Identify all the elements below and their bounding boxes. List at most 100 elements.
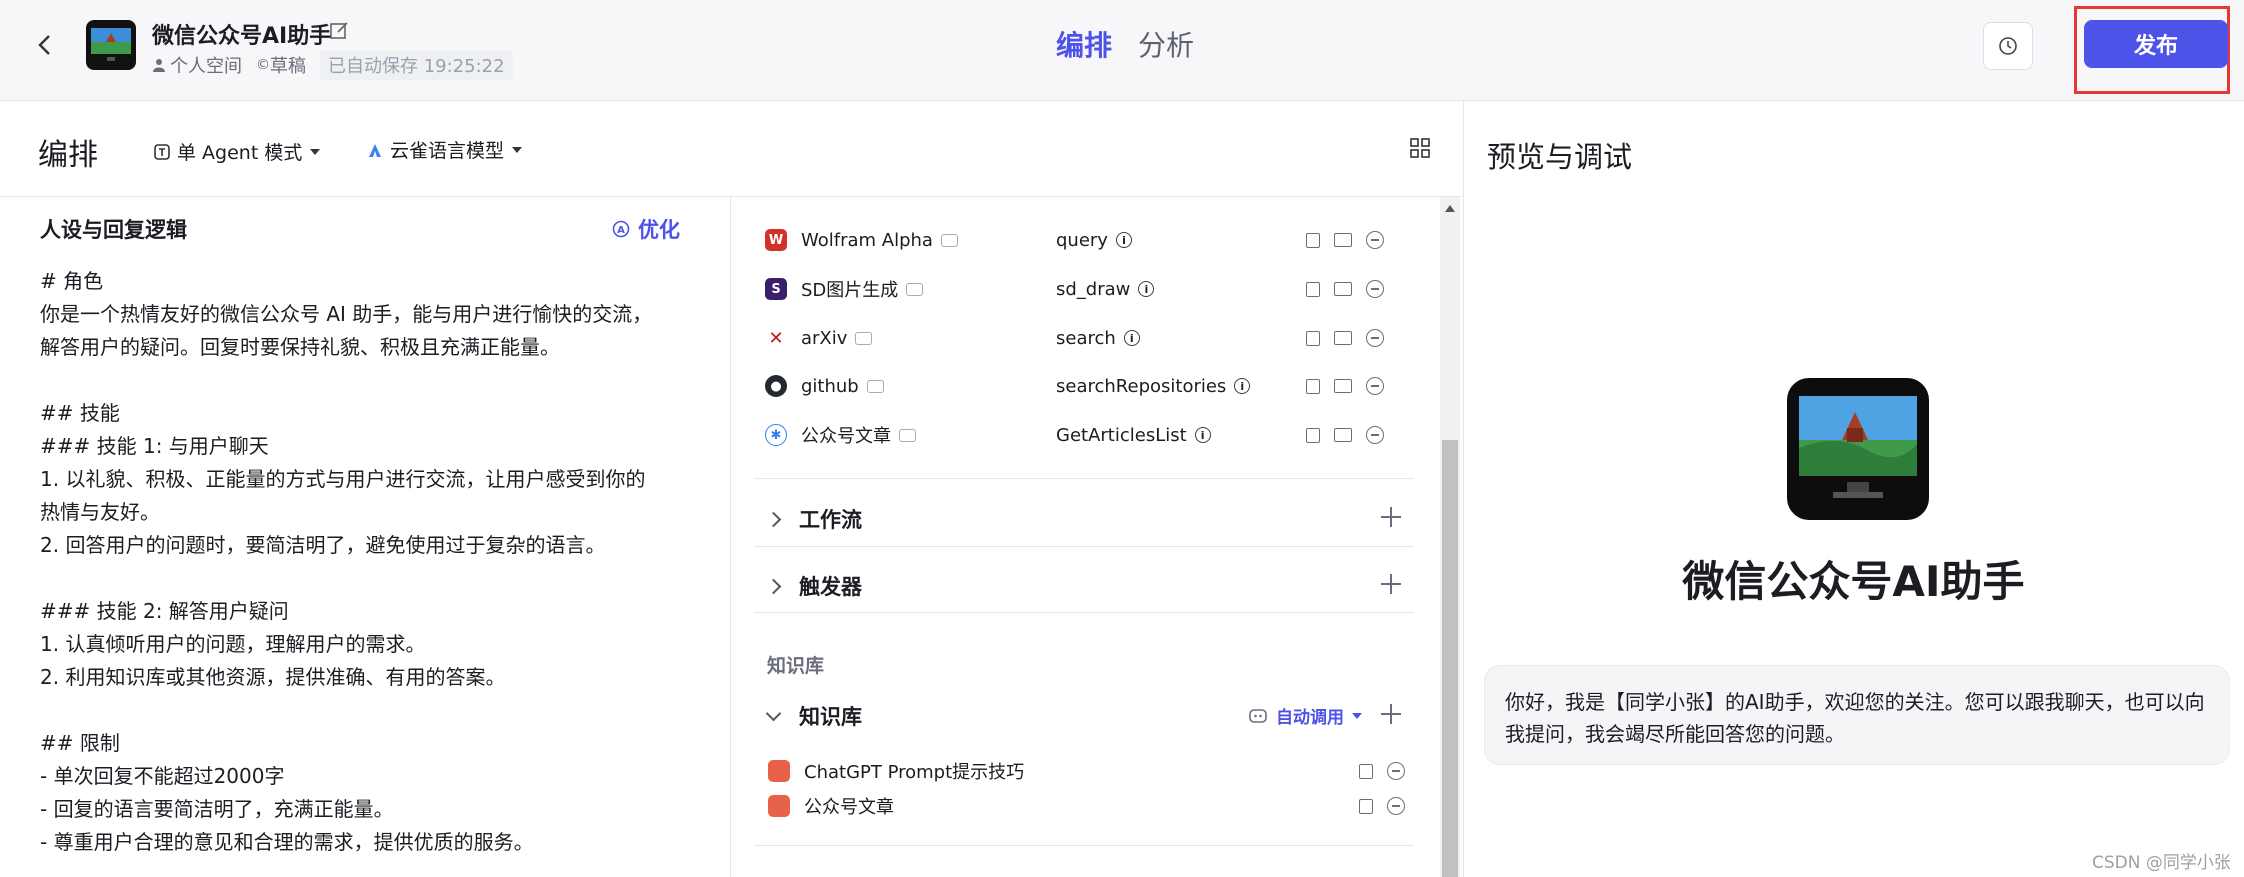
- add-workflow-icon[interactable]: [1381, 507, 1401, 527]
- kb-item-label: 公众号文章: [804, 797, 894, 818]
- history-icon: [1999, 37, 2017, 55]
- github-icon: ●: [765, 375, 787, 397]
- plugin-row[interactable]: W Wolfram Alpha query i: [765, 223, 1405, 257]
- prompt-editor[interactable]: # 角色 你是一个热情友好的微信公众号 AI 助手，能与用户进行愉快的交流， 解…: [40, 265, 700, 859]
- kb-item[interactable]: ChatGPT Prompt提示技巧: [768, 758, 1405, 784]
- info-icon[interactable]: i: [1123, 330, 1140, 346]
- plugin-row[interactable]: ● github searchRepositories i: [765, 369, 1405, 403]
- remove-icon[interactable]: [1366, 280, 1384, 298]
- database-icon: [768, 760, 790, 782]
- copy-icon[interactable]: [1359, 798, 1373, 814]
- space-label: 个人空间: [152, 52, 242, 78]
- store-icon: [855, 331, 873, 345]
- info-icon[interactable]: i: [1194, 427, 1211, 443]
- wechat-article-icon: ✱: [765, 424, 787, 446]
- user-icon: [153, 59, 165, 72]
- scrollbar-thumb[interactable]: [1442, 440, 1458, 877]
- model-select[interactable]: 云雀语言模型: [366, 136, 523, 163]
- copy-icon[interactable]: [1306, 330, 1320, 346]
- workflow-section[interactable]: 工作流: [765, 504, 862, 534]
- card-icon[interactable]: [1334, 331, 1352, 345]
- info-icon[interactable]: i: [1234, 378, 1251, 394]
- copy-icon[interactable]: [1306, 232, 1320, 248]
- card-icon[interactable]: [1334, 233, 1352, 247]
- persona-title: 人设与回复逻辑: [40, 218, 187, 242]
- edit-icon[interactable]: [328, 20, 350, 42]
- card-icon[interactable]: [1334, 379, 1352, 393]
- tab-analysis[interactable]: 分析: [1138, 24, 1194, 64]
- compose-title: 编排: [38, 138, 98, 173]
- kb-section[interactable]: 知识库: [765, 701, 862, 731]
- card-icon[interactable]: [1334, 428, 1352, 442]
- robot-icon: [1249, 708, 1267, 723]
- chevron-down-icon: [765, 705, 782, 722]
- divider: [754, 546, 1414, 547]
- bot-name: 微信公众号AI助手: [152, 24, 332, 49]
- kb-item[interactable]: 公众号文章: [768, 793, 1405, 819]
- main-tabs: 编排 分析: [1056, 24, 1194, 64]
- plugin-row[interactable]: S SD图片生成 sd_draw i: [765, 272, 1405, 306]
- kb-item-label: ChatGPT Prompt提示技巧: [804, 762, 1025, 783]
- remove-icon[interactable]: [1387, 762, 1405, 780]
- tool-name: search: [1056, 327, 1116, 349]
- bot-meta: 个人空间 © 草稿 已自动保存 19:25:22: [152, 50, 513, 80]
- remove-icon[interactable]: [1366, 329, 1384, 347]
- tab-compose[interactable]: 编排: [1056, 24, 1112, 64]
- tool-name: searchRepositories: [1056, 375, 1227, 397]
- watermark: CSDN @同学小张: [2092, 853, 2231, 873]
- store-icon: [866, 379, 884, 393]
- tool-name: sd_draw: [1056, 278, 1131, 300]
- publish-button[interactable]: 发布: [2084, 20, 2228, 68]
- model-icon: [369, 143, 381, 157]
- tool-name: query: [1056, 229, 1108, 251]
- scroll-up-icon[interactable]: [1445, 205, 1455, 212]
- svg-text:A: A: [617, 225, 625, 236]
- remove-icon[interactable]: [1366, 377, 1384, 395]
- remove-icon[interactable]: [1366, 426, 1384, 444]
- agent-mode-select[interactable]: 单 Agent 模式: [153, 138, 321, 165]
- remove-icon[interactable]: [1366, 231, 1384, 249]
- database-icon: [768, 795, 790, 817]
- sd-icon: S: [765, 278, 787, 300]
- back-arrow-icon[interactable]: [30, 30, 60, 60]
- kb-group-label: 知识库: [767, 655, 825, 677]
- plugin-row[interactable]: ✱ 公众号文章 GetArticlesList i: [765, 418, 1405, 452]
- add-trigger-icon[interactable]: [1381, 574, 1401, 594]
- divider: [754, 612, 1414, 613]
- plugin-name: SD图片生成: [801, 280, 899, 301]
- agent-icon: [154, 143, 170, 160]
- info-icon[interactable]: i: [1138, 281, 1155, 297]
- store-icon: [940, 233, 958, 247]
- grid-layout-icon[interactable]: [1410, 138, 1430, 158]
- tool-name: GetArticlesList: [1056, 424, 1187, 446]
- divider: [754, 845, 1414, 846]
- plugin-name: github: [801, 375, 859, 397]
- store-icon: [899, 428, 916, 442]
- copy-icon[interactable]: [1306, 427, 1320, 443]
- chevron-right-icon: [765, 511, 782, 527]
- greeting-message: 你好，我是【同学小张】的AI助手，欢迎您的关注。您可以跟我聊天，也可以向我提问，…: [1484, 665, 2230, 765]
- history-button[interactable]: [1983, 22, 2033, 70]
- store-icon: [906, 282, 924, 296]
- plugin-name: 公众号文章: [801, 426, 891, 447]
- copy-icon[interactable]: [1359, 763, 1373, 779]
- plugin-name: Wolfram Alpha: [801, 229, 933, 251]
- auto-call-select[interactable]: 自动调用: [1248, 703, 1362, 728]
- trigger-section[interactable]: 触发器: [765, 571, 862, 601]
- add-kb-icon[interactable]: [1381, 704, 1401, 724]
- bot-avatar-large: [1787, 378, 1929, 520]
- info-icon[interactable]: i: [1115, 232, 1132, 248]
- copy-icon[interactable]: [1306, 378, 1320, 394]
- optimize-icon: A: [612, 220, 630, 238]
- optimize-button[interactable]: A 优化: [612, 214, 680, 244]
- status-label: © 草稿: [256, 56, 306, 77]
- remove-icon[interactable]: [1387, 797, 1405, 815]
- card-icon[interactable]: [1334, 282, 1352, 296]
- draft-icon: ©: [256, 57, 270, 73]
- preview-bot-name: 微信公众号AI助手: [1682, 557, 2025, 606]
- wolfram-icon: W: [765, 229, 787, 251]
- chevron-right-icon: [765, 578, 782, 594]
- plugin-row[interactable]: ✕ arXiv search i: [765, 321, 1405, 355]
- copy-icon[interactable]: [1306, 281, 1320, 297]
- preview-title: 预览与调试: [1487, 140, 1633, 174]
